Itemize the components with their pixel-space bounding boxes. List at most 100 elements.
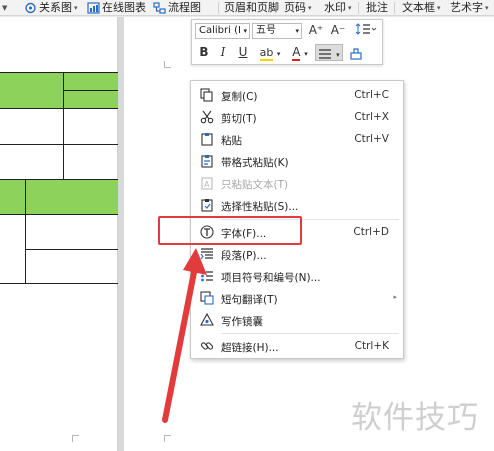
chevron-down-icon: ▾ bbox=[243, 27, 247, 35]
format-painter-icon bbox=[350, 47, 362, 60]
grow-font-button[interactable]: A⁺ bbox=[307, 22, 325, 39]
bold-icon: B bbox=[199, 45, 209, 59]
ribbon-caret-button[interactable]: ▼ bbox=[2, 0, 8, 15]
shrink-font-button[interactable]: A⁻ bbox=[329, 22, 347, 39]
italic-icon: I bbox=[220, 45, 226, 59]
menu-item-paste-format[interactable]: 带格式粘贴(K) bbox=[191, 150, 403, 172]
font-name-value: Calibri (I bbox=[199, 25, 241, 36]
flowchart-icon bbox=[153, 2, 166, 14]
menu-item-label: 带格式粘贴(K) bbox=[221, 157, 289, 169]
menu-item-label: 项目符号和编号(N)... bbox=[221, 272, 321, 284]
page-number-button[interactable]: 页码 ▾ bbox=[284, 0, 312, 15]
writing-icon bbox=[200, 313, 214, 326]
table-border bbox=[0, 179, 118, 180]
menu-separator bbox=[221, 333, 399, 334]
menu-item-cut[interactable]: 剪切(T) Ctrl+X bbox=[191, 106, 403, 128]
highlight-button[interactable]: ab ▾ bbox=[256, 44, 284, 61]
translate-icon bbox=[200, 291, 214, 305]
cut-icon bbox=[200, 110, 214, 124]
table-border bbox=[26, 249, 118, 250]
watermark: 软件技巧 bbox=[351, 400, 479, 436]
textbox-button[interactable]: 文本框 ▾ bbox=[402, 0, 441, 15]
font-color-button[interactable]: A ▾ bbox=[288, 44, 312, 61]
wordart-button[interactable]: 艺术字 ▾ bbox=[450, 0, 489, 15]
comment-label: 批注 bbox=[366, 1, 388, 14]
table-border bbox=[0, 144, 118, 145]
menu-item-paragraph[interactable]: 段落(P)... bbox=[191, 243, 403, 265]
wordart-label: 艺术字 bbox=[450, 1, 483, 14]
page-corner-mark bbox=[164, 435, 171, 442]
watermark-button[interactable]: 水印 ▾ bbox=[324, 0, 352, 15]
menu-item-paste-special[interactable]: 选择性粘贴(S)... bbox=[191, 194, 403, 216]
bold-button[interactable]: B bbox=[196, 44, 212, 61]
watermark-label: 水印 bbox=[324, 1, 346, 14]
menu-item-label: 段落(P)... bbox=[221, 250, 267, 262]
menu-item-translate[interactable]: 短句翻译(T) ▸ bbox=[191, 287, 403, 309]
table-border bbox=[0, 108, 118, 109]
flowchart-button[interactable]: 流程图 bbox=[153, 0, 201, 15]
paste-special-icon bbox=[201, 199, 213, 212]
table-header-cell[interactable] bbox=[0, 73, 63, 108]
menu-item-label: 粘贴 bbox=[221, 135, 242, 147]
submenu-arrow-icon: ▸ bbox=[393, 293, 397, 301]
align-button[interactable]: ▾ bbox=[315, 44, 343, 61]
menu-item-label: 复制(C) bbox=[221, 91, 258, 103]
relation-graph-button[interactable]: 关系图 ▾ bbox=[24, 0, 78, 15]
chevron-down-icon: ▾ bbox=[336, 51, 340, 59]
font-name-select[interactable]: Calibri (I ▾ bbox=[195, 23, 250, 39]
paste-format-icon bbox=[201, 155, 213, 168]
online-chart-button[interactable]: 在线图表 bbox=[87, 0, 146, 15]
chevron-down-icon: ▾ bbox=[304, 50, 308, 58]
document-page-left[interactable] bbox=[0, 17, 118, 451]
table-header-cell[interactable] bbox=[26, 180, 118, 214]
table-header-cell[interactable] bbox=[64, 73, 118, 90]
online-chart-label: 在线图表 bbox=[102, 1, 146, 14]
header-footer-button[interactable]: 页眉和页脚 bbox=[224, 0, 279, 15]
ribbon: ▼ 关系图 ▾ 在线图表 流程图 页眉和页脚 页码 ▾ 水印 ▾ 批注 文本框 … bbox=[0, 0, 494, 16]
menu-item-paste[interactable]: 粘贴 Ctrl+V bbox=[191, 128, 403, 150]
header-footer-label: 页眉和页脚 bbox=[224, 1, 279, 14]
menu-item-paste-text: A 只粘贴文本(T) bbox=[191, 172, 403, 194]
comment-button[interactable]: 批注 bbox=[366, 0, 388, 15]
relation-graph-label: 关系图 bbox=[39, 1, 72, 14]
table-border bbox=[0, 72, 118, 73]
line-spacing-icon bbox=[355, 23, 377, 35]
line-spacing-button[interactable] bbox=[352, 22, 380, 39]
caret-icon: ▼ bbox=[2, 4, 8, 12]
menu-item-copy[interactable]: 复制(C) Ctrl+C bbox=[191, 84, 403, 106]
underline-button[interactable]: U bbox=[235, 44, 251, 61]
table-header-cell[interactable] bbox=[0, 180, 25, 214]
font-color-icon: A bbox=[292, 45, 301, 61]
page-corner-mark bbox=[72, 435, 79, 442]
font-size-value: 五号 bbox=[256, 25, 276, 36]
bullets-icon bbox=[201, 270, 213, 282]
page-number-label: 页码 bbox=[284, 1, 306, 14]
mini-toolbar: Calibri (I ▾ 五号 ▾ A⁺ A⁻ B I U ab ▾ A ▾ ▾ bbox=[191, 19, 383, 65]
align-justify-icon bbox=[319, 48, 332, 59]
paragraph-icon bbox=[200, 248, 213, 260]
format-painter-button[interactable] bbox=[346, 44, 366, 61]
menu-item-writing[interactable]: 写作镜囊 bbox=[191, 309, 403, 331]
italic-button[interactable]: I bbox=[215, 44, 231, 61]
copy-icon bbox=[200, 88, 213, 102]
menu-item-shortcut: Ctrl+X bbox=[354, 111, 389, 123]
chevron-down-icon: ▾ bbox=[485, 4, 489, 12]
table-border bbox=[25, 179, 26, 283]
table-border bbox=[63, 72, 64, 179]
menu-item-hyperlink[interactable]: 超链接(H)... Ctrl+K bbox=[191, 335, 403, 357]
online-chart-icon bbox=[87, 2, 100, 14]
ribbon-divider bbox=[394, 2, 395, 14]
menu-item-label: 短句翻译(T) bbox=[221, 294, 278, 306]
textbox-label: 文本框 bbox=[402, 1, 435, 14]
chevron-down-icon: ▾ bbox=[348, 4, 352, 12]
menu-item-label: 剪切(T) bbox=[221, 113, 257, 125]
flowchart-label: 流程图 bbox=[168, 1, 201, 14]
table-border bbox=[0, 214, 118, 215]
menu-item-label: 只粘贴文本(T) bbox=[221, 179, 289, 191]
table-header-cell[interactable] bbox=[64, 91, 118, 108]
font-size-select[interactable]: 五号 ▾ bbox=[252, 23, 302, 39]
menu-item-shortcut: Ctrl+C bbox=[354, 89, 389, 101]
table-border bbox=[64, 90, 118, 91]
ribbon-divider bbox=[358, 2, 359, 14]
menu-item-bullets[interactable]: 项目符号和编号(N)... bbox=[191, 265, 403, 287]
